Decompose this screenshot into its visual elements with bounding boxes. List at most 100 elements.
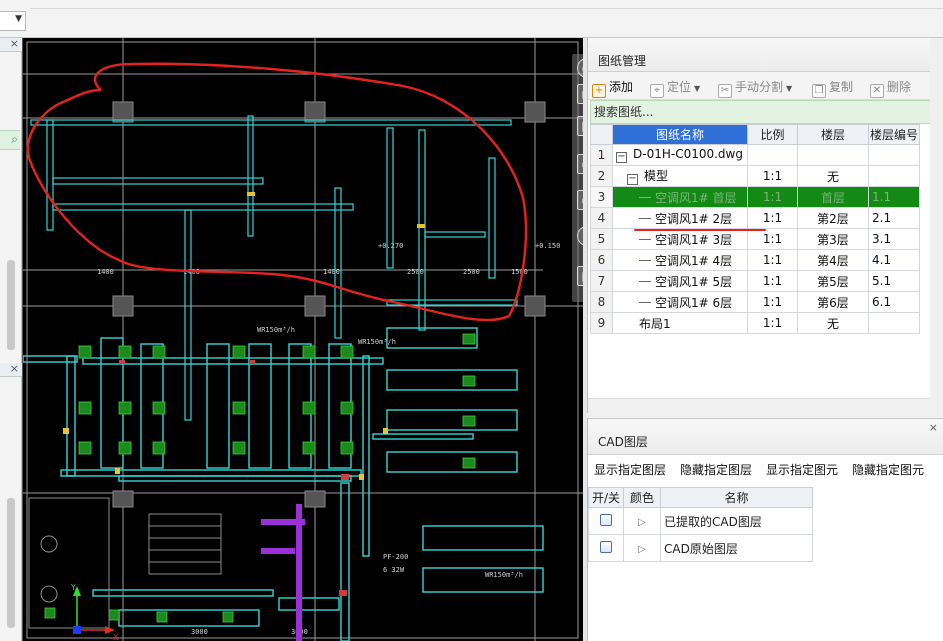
tree-line	[639, 217, 651, 219]
table-row[interactable]: 8 空调风1# 6层 1:1 第6层 6.1	[590, 291, 920, 313]
table-row[interactable]: ▷ CAD原始图层	[588, 534, 813, 562]
floor-cell[interactable]: 首层	[797, 186, 869, 208]
app-window: ▼ × ⌕ × 1400 1400 1400 2500 2500 1500 +0…	[0, 0, 943, 641]
drawing-name: 布局1	[639, 316, 671, 331]
search-icon[interactable]: ⌕	[11, 132, 18, 147]
row-number: 7	[590, 270, 613, 292]
table-row[interactable]: 2 − 模型 1:1 无	[590, 165, 920, 187]
drawing-name-cell[interactable]: 空调风1# 2层	[612, 207, 748, 229]
floor-code-cell[interactable]	[868, 144, 920, 166]
cad-drawing-canvas[interactable]: 1400 1400 1400 2500 2500 1500 +0.270 +0.…	[22, 38, 583, 641]
column-header-scale[interactable]: 比例	[747, 124, 798, 145]
expand-icon[interactable]: ▷	[638, 544, 646, 555]
floor-cell[interactable]: 第4层	[797, 249, 869, 271]
floor-code-cell[interactable]	[868, 312, 920, 334]
delete-button[interactable]: ✕ 删除	[870, 78, 911, 98]
floor-cell[interactable]: 第5层	[797, 270, 869, 292]
scale-cell[interactable]: 1:1	[747, 165, 798, 187]
table-row[interactable]: 1 − D-01H-C0100.dwg	[590, 144, 920, 166]
copy-label: 复制	[829, 80, 854, 94]
table-row[interactable]: 6 空调风1# 4层 1:1 第4层 4.1	[590, 249, 920, 271]
left-panel-search[interactable]: ⌕	[0, 130, 20, 150]
duct-label: 6 32W	[383, 566, 405, 574]
floor-cell[interactable]: 第6层	[797, 291, 869, 313]
scale-cell[interactable]: 1:1	[747, 228, 798, 250]
collapse-icon[interactable]: −	[616, 152, 627, 163]
table-row[interactable]: 4 空调风1# 2层 1:1 第2层 2.1	[590, 207, 920, 229]
drawing-search-input[interactable]	[594, 103, 914, 121]
left-panel-header-bottom[interactable]: ×	[0, 362, 22, 377]
panel-title: 图纸管理	[598, 54, 647, 68]
vertical-scrollbar[interactable]	[930, 38, 943, 413]
table-row[interactable]: 9 布局1 1:1 无	[590, 312, 920, 334]
expand-icon[interactable]: ▷	[638, 517, 646, 528]
left-scrollbar-top[interactable]	[7, 260, 15, 350]
show-layer-button[interactable]: 显示指定图层	[594, 461, 666, 478]
column-header-name[interactable]: 图纸名称	[612, 124, 748, 145]
locate-button[interactable]: ⌖ 定位 ▼	[650, 78, 700, 98]
top-dropdown[interactable]: ▼	[0, 11, 26, 31]
manual-split-label: 手动分割	[735, 80, 784, 94]
floor-cell[interactable]	[797, 144, 869, 166]
scale-cell[interactable]: 1:1	[747, 312, 798, 334]
drawing-name-cell[interactable]: 空调风1# 3层	[612, 228, 748, 250]
drawing-name-cell[interactable]: 空调风1# 4层	[612, 249, 748, 271]
scale-cell[interactable]: 1:1	[747, 207, 798, 229]
scale-cell[interactable]: 1:1	[747, 291, 798, 313]
table-row[interactable]: ▷ 已提取的CAD图层	[588, 507, 813, 535]
hide-layer-button[interactable]: 隐藏指定图层	[680, 461, 752, 478]
copy-button[interactable]: ❐ 复制	[812, 78, 854, 98]
dim-label: 1400	[97, 268, 114, 276]
column-header-floor-code[interactable]: 楼层编号	[868, 124, 920, 145]
red-markup-underline	[634, 229, 766, 231]
table-row[interactable]: 7 空调风1# 5层 1:1 第5层 5.1	[590, 270, 920, 292]
view-navigation-toolbar: ◉ ▢ ▣ ▭ ▭ ↻ ▦	[572, 54, 583, 302]
layer-actions: 显示指定图层 隐藏指定图层 显示指定图元 隐藏指定图元	[588, 455, 943, 485]
drawing-name-cell[interactable]: − 模型	[612, 165, 748, 187]
floor-code-cell[interactable]: 2.1	[868, 207, 920, 229]
show-element-button[interactable]: 显示指定图元	[766, 461, 838, 478]
layer-toggle-checkbox[interactable]	[600, 540, 612, 553]
drawing-name: 空调风1# 5层	[655, 274, 733, 289]
chevron-down-icon[interactable]: ▼	[786, 84, 792, 93]
scale-cell[interactable]	[747, 144, 798, 166]
drawing-name-cell[interactable]: 布局1	[612, 312, 748, 334]
add-button[interactable]: + 添加	[592, 78, 633, 98]
top-divider	[30, 8, 943, 9]
delete-icon: ✕	[870, 84, 884, 98]
floor-cell[interactable]: 第3层	[797, 228, 869, 250]
floor-code-cell[interactable]: 6.1	[868, 291, 920, 313]
close-icon[interactable]: ×	[10, 362, 19, 375]
floor-code-cell[interactable]	[868, 165, 920, 187]
collapse-icon[interactable]: −	[627, 174, 638, 185]
chevron-down-icon[interactable]: ▼	[694, 84, 700, 93]
table-row[interactable]: 5 空调风1# 3层 1:1 第3层 3.1	[590, 228, 920, 250]
drawing-name-cell[interactable]: 空调风1# 5层	[612, 270, 748, 292]
column-header-floor[interactable]: 楼层	[797, 124, 869, 145]
floor-code-cell[interactable]: 1.1	[868, 186, 920, 208]
layer-toggle-checkbox[interactable]	[600, 513, 612, 526]
left-panel-header-top[interactable]: ×	[0, 37, 22, 52]
hide-element-button[interactable]: 隐藏指定图元	[852, 461, 924, 478]
drawing-name-cell[interactable]: − D-01H-C0100.dwg	[612, 144, 748, 166]
drawing-name-cell[interactable]: 空调风1# 6层	[612, 291, 748, 313]
red-markup-circle	[26, 62, 528, 322]
floor-cell[interactable]: 第2层	[797, 207, 869, 229]
drawing-name-cell[interactable]: 空调风1# 首层	[612, 186, 748, 208]
dim-label: 3000	[191, 628, 208, 636]
floor-code-cell[interactable]: 5.1	[868, 270, 920, 292]
close-icon[interactable]: ×	[10, 37, 19, 50]
close-icon[interactable]: ×	[929, 421, 938, 434]
floor-cell[interactable]: 无	[797, 165, 869, 187]
horizontal-scrollbar[interactable]	[588, 398, 943, 413]
floor-cell[interactable]: 无	[797, 312, 869, 334]
manual-split-button[interactable]: ✂ 手动分割 ▼	[718, 78, 792, 98]
floor-code-cell[interactable]: 4.1	[868, 249, 920, 271]
scale-cell[interactable]: 1:1	[747, 186, 798, 208]
table-row-selected[interactable]: 3 空调风1# 首层 1:1 首层 1.1	[590, 186, 920, 208]
tree-line	[639, 301, 651, 303]
scale-cell[interactable]: 1:1	[747, 249, 798, 271]
scale-cell[interactable]: 1:1	[747, 270, 798, 292]
left-scrollbar-bottom[interactable]	[7, 498, 15, 628]
floor-code-cell[interactable]: 3.1	[868, 228, 920, 250]
